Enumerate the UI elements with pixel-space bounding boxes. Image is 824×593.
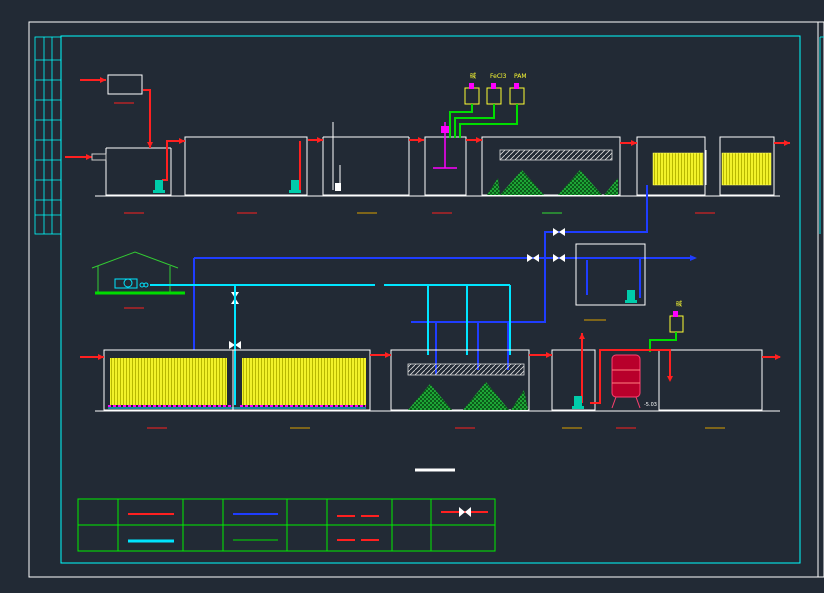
sludge-hopper-3	[487, 178, 500, 195]
dosing-pump-2	[673, 311, 678, 317]
sludge-hopper-6	[463, 382, 509, 410]
left-title-strip	[34, 36, 62, 235]
right-title-strip	[819, 36, 824, 234]
clear-water-tank	[551, 349, 596, 411]
flow-arrowheads-top	[86, 77, 790, 160]
submersible-pump-3	[625, 290, 637, 303]
sludge-hopper-4	[604, 178, 618, 195]
dosing-label-fecl3: FeCl3	[490, 73, 507, 80]
sludge-arrow	[690, 255, 697, 261]
pump-code: -5.03	[644, 402, 657, 408]
submersible-pump-1	[153, 180, 165, 193]
chemical-dosing-lines	[449, 104, 518, 138]
sludge-hopper-2	[558, 170, 602, 195]
dosing-tank-2	[669, 315, 684, 333]
filter-media-a	[652, 152, 704, 186]
dosing-station: 碱 FeCl3 PAM	[464, 73, 527, 105]
equalization-tank	[184, 136, 308, 196]
filter-media-b	[721, 152, 772, 186]
process-flow-diagram: 碱 FeCl3 PAM -5.03 碱	[28, 21, 824, 578]
legend-valve	[441, 507, 488, 517]
dosing-label-alkali: 碱	[470, 73, 476, 80]
inlet-box	[107, 74, 143, 95]
mixer	[433, 122, 457, 169]
inclined-plates-2	[407, 363, 525, 376]
valve-1	[553, 228, 565, 236]
inclined-plates	[499, 149, 613, 161]
drawing-frame-inner	[60, 35, 801, 564]
legend-table	[77, 498, 496, 552]
drawing-frame-outer	[28, 21, 824, 578]
cad-drawing-canvas: 碱 FeCl3 PAM -5.03 碱	[0, 0, 824, 589]
primary-sedimentation-tank	[481, 136, 621, 196]
blower-house	[91, 251, 185, 295]
sludge-hopper-5	[408, 384, 452, 410]
pressure-filter	[611, 354, 641, 409]
sludge-hopper-1	[500, 170, 544, 195]
dosing-label-pam: PAM	[514, 73, 527, 80]
pipe-fitting	[335, 165, 341, 191]
valve-3	[553, 254, 565, 262]
media-modules-right	[242, 358, 366, 405]
discharge-tank	[658, 349, 763, 411]
valve-2	[527, 254, 539, 262]
sludge-hopper-7	[511, 390, 528, 410]
media-modules-left	[110, 358, 227, 405]
grid-screen-element	[91, 153, 107, 161]
dosing-label-2: 碱	[676, 301, 682, 308]
